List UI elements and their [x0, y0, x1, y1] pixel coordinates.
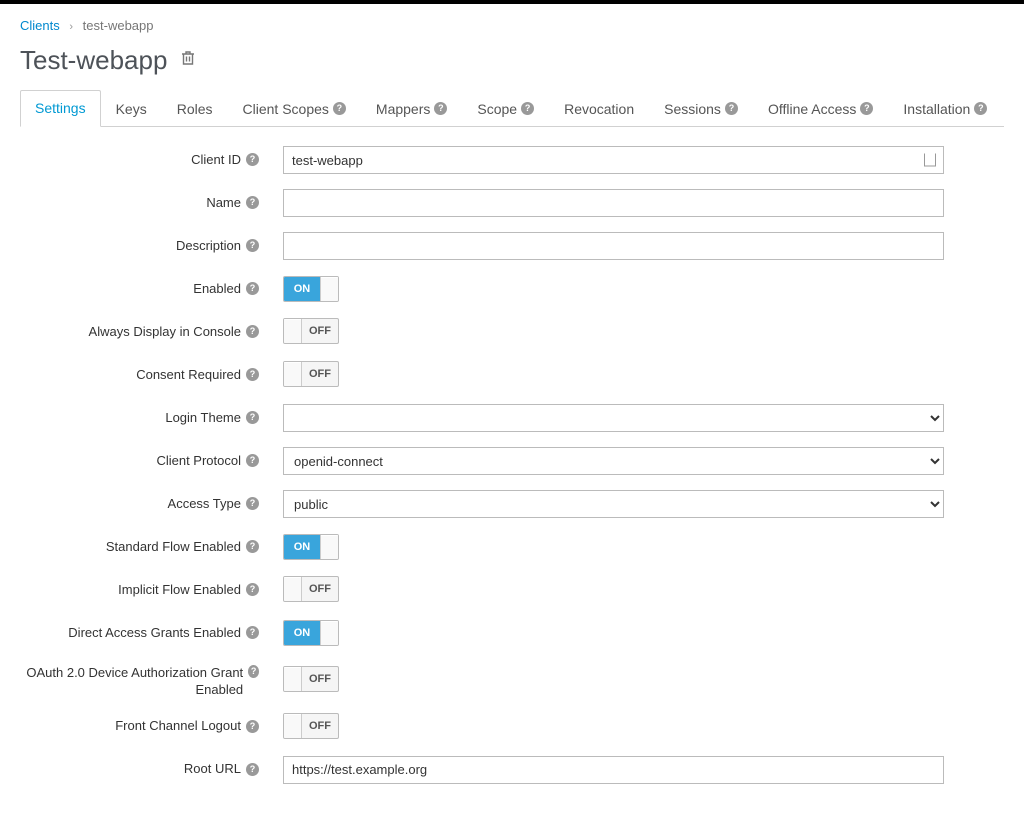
help-icon[interactable]: ?	[246, 454, 259, 467]
client-id-input[interactable]	[283, 146, 944, 174]
toggle-knob	[284, 667, 302, 691]
help-icon[interactable]: ?	[434, 102, 447, 115]
tab-mappers[interactable]: Mappers?	[361, 90, 462, 127]
oauth2-device-label: OAuth 2.0 Device Authorization Grant Ena…	[20, 665, 243, 699]
tab-keys[interactable]: Keys	[101, 90, 162, 127]
toggle-label: ON	[284, 277, 320, 301]
breadcrumb: Clients › test-webapp	[20, 18, 1004, 33]
help-icon[interactable]: ?	[333, 102, 346, 115]
page-header: Test-webapp	[20, 45, 1004, 76]
tabs: SettingsKeysRolesClient Scopes?Mappers?S…	[20, 90, 1004, 127]
help-icon[interactable]: ?	[246, 239, 259, 252]
standard-flow-toggle[interactable]: ON	[283, 534, 339, 560]
toggle-knob	[284, 362, 302, 386]
toggle-label: OFF	[302, 577, 338, 601]
enabled-toggle[interactable]: ON	[283, 276, 339, 302]
toggle-label: OFF	[302, 319, 338, 343]
toggle-knob	[320, 535, 338, 559]
breadcrumb-separator: ›	[69, 21, 73, 33]
toggle-label: OFF	[302, 667, 338, 691]
tab-revocation[interactable]: Revocation	[549, 90, 649, 127]
access-type-label: Access Type	[168, 496, 241, 513]
tab-label: Keys	[116, 101, 147, 117]
enabled-label: Enabled	[193, 281, 241, 298]
consent-required-toggle[interactable]: OFF	[283, 361, 339, 387]
consent-required-label: Consent Required	[136, 367, 241, 384]
help-icon[interactable]: ?	[246, 583, 259, 596]
tab-installation[interactable]: Installation?	[888, 90, 1002, 127]
tab-scope[interactable]: Scope?	[462, 90, 549, 127]
toggle-knob	[284, 714, 302, 738]
root-url-label: Root URL	[184, 761, 241, 778]
login-theme-label: Login Theme	[165, 410, 241, 427]
access-type-select[interactable]: publicconfidentialbearer-only	[283, 490, 944, 518]
help-icon[interactable]: ?	[246, 720, 259, 733]
toggle-knob	[320, 277, 338, 301]
tab-client-scopes[interactable]: Client Scopes?	[228, 90, 361, 127]
tab-label: Installation	[903, 101, 970, 117]
login-theme-select[interactable]	[283, 404, 944, 432]
tab-label: Revocation	[564, 101, 634, 117]
page-title: Test-webapp	[20, 45, 167, 76]
toggle-label: ON	[284, 535, 320, 559]
toggle-label: ON	[284, 621, 320, 645]
direct-access-label: Direct Access Grants Enabled	[68, 625, 241, 642]
client-id-label: Client ID	[191, 152, 241, 169]
front-channel-logout-toggle[interactable]: OFF	[283, 713, 339, 739]
toggle-knob	[284, 319, 302, 343]
client-protocol-select[interactable]: openid-connectsaml	[283, 447, 944, 475]
breadcrumb-parent-link[interactable]: Clients	[20, 18, 60, 33]
oauth2-device-toggle[interactable]: OFF	[283, 666, 339, 692]
toggle-knob	[284, 577, 302, 601]
tab-offline-access[interactable]: Offline Access?	[753, 90, 888, 127]
tab-label: Sessions	[664, 101, 721, 117]
toggle-label: OFF	[302, 714, 338, 738]
tab-label: Settings	[35, 100, 86, 116]
help-icon[interactable]: ?	[521, 102, 534, 115]
breadcrumb-current: test-webapp	[83, 18, 154, 33]
always-display-label: Always Display in Console	[89, 324, 241, 341]
tab-label: Roles	[177, 101, 213, 117]
name-input[interactable]	[283, 189, 944, 217]
trash-icon[interactable]	[181, 50, 195, 71]
tab-settings[interactable]: Settings	[20, 90, 101, 127]
help-icon[interactable]: ?	[246, 282, 259, 295]
settings-form: Client ID ? Name ? Description ?	[20, 145, 1004, 785]
toggle-knob	[320, 621, 338, 645]
help-icon[interactable]: ?	[246, 626, 259, 639]
description-label: Description	[176, 238, 241, 255]
description-input[interactable]	[283, 232, 944, 260]
tab-label: Mappers	[376, 101, 430, 117]
implicit-flow-label: Implicit Flow Enabled	[118, 582, 241, 599]
front-channel-logout-label: Front Channel Logout	[115, 718, 241, 735]
tab-roles[interactable]: Roles	[162, 90, 228, 127]
tab-label: Scope	[477, 101, 517, 117]
implicit-flow-toggle[interactable]: OFF	[283, 576, 339, 602]
help-icon[interactable]: ?	[246, 540, 259, 553]
help-icon[interactable]: ?	[246, 325, 259, 338]
tab-sessions[interactable]: Sessions?	[649, 90, 753, 127]
standard-flow-label: Standard Flow Enabled	[106, 539, 241, 556]
tab-label: Offline Access	[768, 101, 856, 117]
tab-label: Client Scopes	[243, 101, 329, 117]
toggle-label: OFF	[302, 362, 338, 386]
name-label: Name	[206, 195, 241, 212]
help-icon[interactable]: ?	[974, 102, 987, 115]
root-url-input[interactable]	[283, 756, 944, 784]
help-icon[interactable]: ?	[246, 153, 259, 166]
help-icon[interactable]: ?	[246, 368, 259, 381]
help-icon[interactable]: ?	[725, 102, 738, 115]
help-icon[interactable]: ?	[246, 411, 259, 424]
help-icon[interactable]: ?	[246, 497, 259, 510]
help-icon[interactable]: ?	[860, 102, 873, 115]
direct-access-toggle[interactable]: ON	[283, 620, 339, 646]
help-icon[interactable]: ?	[246, 196, 259, 209]
always-display-toggle[interactable]: OFF	[283, 318, 339, 344]
help-icon[interactable]: ?	[248, 665, 259, 678]
help-icon[interactable]: ?	[246, 763, 259, 776]
client-protocol-label: Client Protocol	[156, 453, 241, 470]
